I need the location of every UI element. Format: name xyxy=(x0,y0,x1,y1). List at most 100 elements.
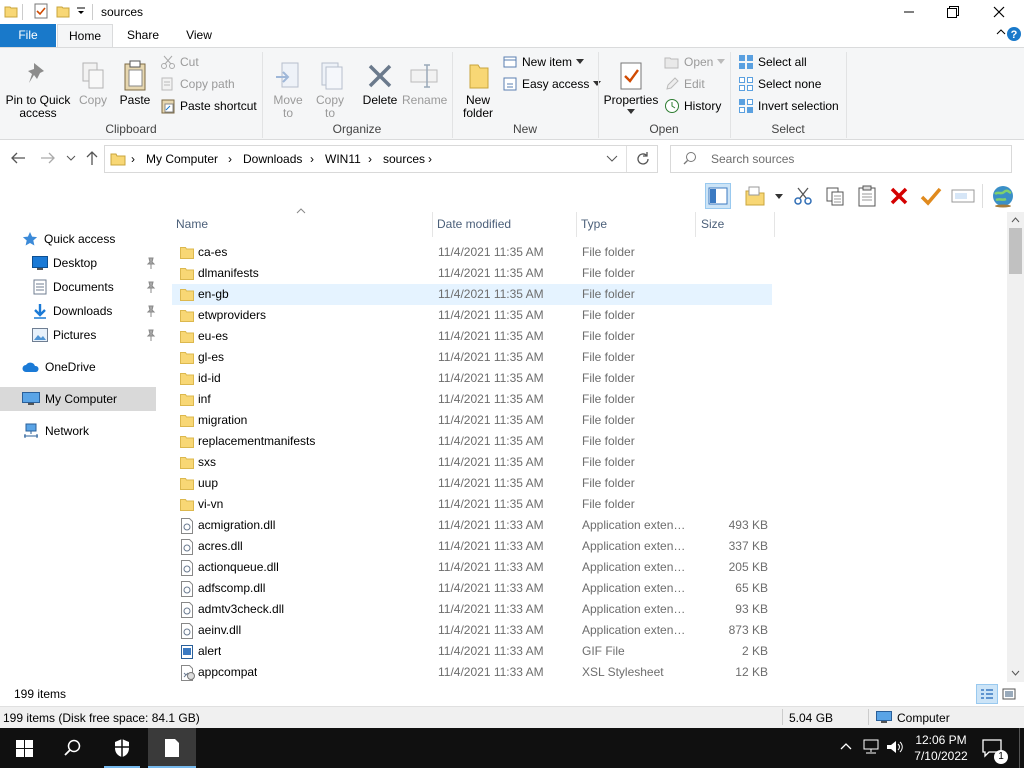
show-hidden-icons-button[interactable] xyxy=(840,742,852,750)
file-row[interactable]: uup 11/4/2021 11:35 AM File folder xyxy=(172,473,772,494)
column-divider[interactable] xyxy=(774,212,775,237)
maximize-button[interactable] xyxy=(930,0,976,24)
properties-quick-icon[interactable] xyxy=(33,3,49,19)
minimize-button[interactable] xyxy=(886,0,932,24)
show-desktop-button[interactable] xyxy=(1019,728,1020,768)
address-dropdown-button[interactable] xyxy=(606,155,618,163)
file-row[interactable]: id-id 11/4/2021 11:35 AM File folder xyxy=(172,368,772,389)
help-icon[interactable]: ? xyxy=(1006,26,1022,42)
nav-quick-access[interactable]: Quick access xyxy=(22,228,162,250)
invert-selection-button[interactable]: Invert selection xyxy=(738,96,839,116)
close-button[interactable] xyxy=(976,0,1022,24)
web-toolbar-button[interactable] xyxy=(990,183,1016,209)
copy-path-button[interactable]: Copy path xyxy=(160,74,235,94)
nav-network[interactable]: Network xyxy=(22,420,162,442)
breadcrumb-separator-icon[interactable]: › xyxy=(428,152,432,166)
tab-home[interactable]: Home xyxy=(57,24,113,49)
details-view-button[interactable] xyxy=(976,684,998,704)
cut-toolbar-button[interactable] xyxy=(790,183,816,209)
tab-file[interactable]: File xyxy=(0,24,56,48)
scroll-down-icon[interactable] xyxy=(1011,670,1020,676)
new-folder-toolbar-button[interactable] xyxy=(742,183,768,209)
new-folder-button[interactable]: New folder xyxy=(458,58,498,120)
breadcrumb-my-computer[interactable]: My Computer xyxy=(146,152,218,166)
copy-toolbar-button[interactable] xyxy=(822,183,848,209)
breadcrumb-separator-icon[interactable]: › xyxy=(310,152,314,166)
network-tray-icon[interactable] xyxy=(862,739,880,755)
file-row[interactable]: gl-es 11/4/2021 11:35 AM File folder xyxy=(172,347,772,368)
rename-toolbar-button[interactable] xyxy=(950,183,976,209)
recent-locations-button[interactable] xyxy=(66,155,76,163)
delete-button[interactable]: Delete xyxy=(358,58,402,107)
scroll-thumb[interactable] xyxy=(1009,228,1022,274)
file-row[interactable]: actionqueue.dll 11/4/2021 11:33 AM Applica… xyxy=(172,557,772,578)
file-row[interactable]: eu-es 11/4/2021 11:35 AM File folder xyxy=(172,326,772,347)
file-row[interactable]: acres.dll 11/4/2021 11:33 AM Application e… xyxy=(172,536,772,557)
refresh-button[interactable] xyxy=(635,151,651,167)
delete-toolbar-button[interactable] xyxy=(886,183,912,209)
properties-toolbar-button[interactable] xyxy=(918,183,944,209)
collapse-ribbon-icon[interactable] xyxy=(996,27,1006,37)
new-folder-quick-icon[interactable] xyxy=(56,4,70,18)
move-to-button[interactable]: Move to xyxy=(268,58,308,120)
volume-icon[interactable] xyxy=(886,739,904,755)
column-header-date[interactable]: Date modified xyxy=(433,212,575,237)
column-header-name[interactable]: Name xyxy=(172,212,432,237)
paste-button[interactable]: Paste xyxy=(116,58,154,107)
new-item-button[interactable]: New item xyxy=(502,52,585,72)
select-all-button[interactable]: Select all xyxy=(738,52,807,72)
customize-toolbar-icon[interactable] xyxy=(76,7,86,17)
file-row[interactable]: admtv3check.dll 11/4/2021 11:33 AM Applica… xyxy=(172,599,772,620)
nav-documents[interactable]: Documents xyxy=(32,276,156,298)
nav-desktop[interactable]: Desktop xyxy=(32,252,156,274)
copy-to-button[interactable]: Copy to xyxy=(310,58,350,120)
up-button[interactable] xyxy=(84,150,100,166)
rename-button[interactable]: Rename xyxy=(402,58,447,107)
paste-toolbar-button[interactable] xyxy=(854,183,880,209)
file-row[interactable]: aeinv.dll 11/4/2021 11:33 AM Application e… xyxy=(172,620,772,641)
toolbar-dropdown-button[interactable] xyxy=(775,194,783,200)
breadcrumb-sources[interactable]: sources xyxy=(383,152,425,166)
file-explorer-taskbar-button[interactable] xyxy=(148,728,196,768)
open-button[interactable]: Open xyxy=(664,52,726,72)
column-header-type[interactable]: Type xyxy=(577,212,695,237)
pin-to-quick-access-button[interactable]: Pin to Quick access xyxy=(2,58,74,120)
file-row-highlighted[interactable]: en-gb 11/4/2021 11:35 AM File folder xyxy=(172,284,772,305)
vertical-scrollbar[interactable] xyxy=(1007,212,1024,682)
file-row[interactable]: alert 11/4/2021 11:33 AM GIF File 2 KB xyxy=(172,641,772,662)
edit-button[interactable]: Edit xyxy=(664,74,705,94)
select-none-button[interactable]: Select none xyxy=(738,74,821,94)
file-row[interactable]: dlmanifests 11/4/2021 11:35 AM File folder xyxy=(172,263,772,284)
nav-onedrive[interactable]: OneDrive xyxy=(22,356,162,378)
search-taskbar-button[interactable] xyxy=(48,728,96,768)
cut-button[interactable]: Cut xyxy=(160,52,199,72)
easy-access-button[interactable]: Easy access xyxy=(502,74,602,94)
file-row[interactable]: vi-vn 11/4/2021 11:35 AM File folder xyxy=(172,494,772,515)
breadcrumb-separator-icon[interactable]: › xyxy=(131,152,135,166)
file-row[interactable]: inf 11/4/2021 11:35 AM File folder xyxy=(172,389,772,410)
breadcrumb-separator-icon[interactable]: › xyxy=(228,152,232,166)
file-row[interactable]: sxs 11/4/2021 11:35 AM File folder xyxy=(172,452,772,473)
tab-view[interactable]: View xyxy=(172,24,226,48)
scroll-up-icon[interactable] xyxy=(1011,217,1020,223)
clock-time[interactable]: 12:06 PM xyxy=(912,733,970,747)
column-divider[interactable] xyxy=(695,212,696,237)
file-row[interactable]: migration 11/4/2021 11:35 AM File folder xyxy=(172,410,772,431)
file-row[interactable]: appcompat 11/4/2021 11:33 AM XSL Styleshee… xyxy=(172,662,772,683)
preview-pane-button[interactable] xyxy=(705,183,731,209)
windows-security-button[interactable] xyxy=(98,728,146,768)
file-row[interactable]: acmigration.dll 11/4/2021 11:33 AM Applica… xyxy=(172,515,772,536)
breadcrumb-separator-icon[interactable]: › xyxy=(368,152,372,166)
history-button[interactable]: History xyxy=(664,96,721,116)
breadcrumb-downloads[interactable]: Downloads xyxy=(243,152,302,166)
file-row[interactable]: replacementmanifests 11/4/2021 11:35 AM Fi… xyxy=(172,431,772,452)
column-header-size[interactable]: Size xyxy=(697,212,773,237)
forward-button[interactable] xyxy=(40,151,56,165)
clock-date[interactable]: 7/10/2022 xyxy=(912,749,970,763)
nav-pictures[interactable]: Pictures xyxy=(32,324,156,346)
paste-shortcut-button[interactable]: Paste shortcut xyxy=(160,96,257,116)
tab-share[interactable]: Share xyxy=(117,24,169,48)
start-button[interactable] xyxy=(0,728,48,768)
breadcrumb-win11[interactable]: WIN11 xyxy=(325,152,361,166)
properties-button[interactable]: Properties xyxy=(602,58,660,115)
